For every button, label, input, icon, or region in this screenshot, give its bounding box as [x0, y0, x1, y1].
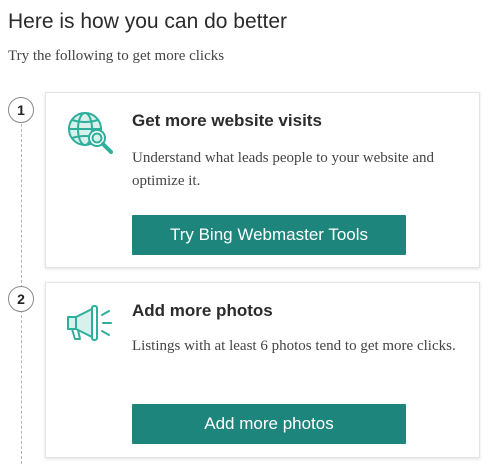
step-number-2: 2	[8, 286, 34, 312]
add-more-photos-button[interactable]: Add more photos	[132, 404, 406, 444]
step-title: Add more photos	[132, 301, 273, 320]
step-title: Get more website visits	[132, 111, 322, 130]
step-card-add-photos: Add more photos Listings with at least 6…	[45, 282, 480, 458]
globe-search-icon	[64, 107, 116, 159]
step-number-1: 1	[8, 97, 34, 123]
megaphone-icon	[64, 299, 116, 351]
step-card-website-visits: Get more website visits Understand what …	[45, 92, 480, 268]
page-title: Here is how you can do better	[8, 10, 287, 33]
step-description: Understand what leads people to your web…	[132, 150, 434, 189]
page-subtitle: Try the following to get more clicks	[8, 48, 225, 64]
try-bing-webmaster-tools-button[interactable]: Try Bing Webmaster Tools	[132, 215, 406, 255]
step-description: Listings with at least 6 photos tend to …	[132, 338, 456, 354]
